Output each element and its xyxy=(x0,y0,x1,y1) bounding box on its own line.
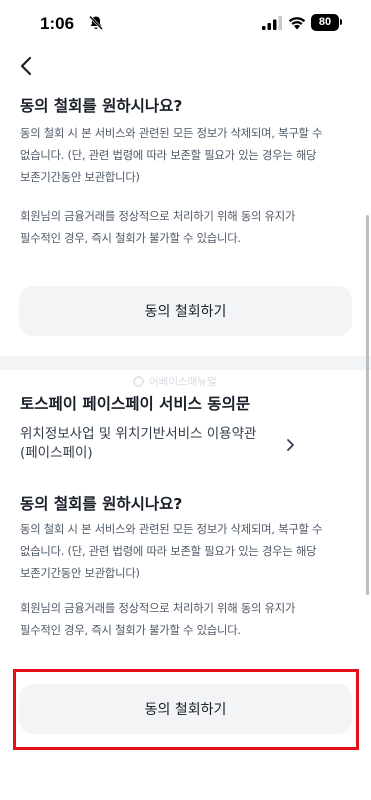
link-label-line: (페이스페이) xyxy=(20,445,93,461)
link-label-line: 위치정보사업 및 위치기반서비스 이용약관 xyxy=(20,426,257,442)
withdraw-question-title: 동의 철회를 원하시나요? xyxy=(20,97,183,115)
withdraw-notice-text-2: 동의 철회 시 본 서비스와 관련된 모든 정보가 삭제되며, 복구할 수 없습… xyxy=(20,519,356,585)
watermark-text: 어베이스매뉴얼 xyxy=(149,376,217,388)
text-line: 필수적인 경우, 즉시 철회가 불가할 수 있습니다. xyxy=(20,624,241,637)
text-line: 회원님의 금융거래를 정상적으로 처리하기 위해 동의 유지가 xyxy=(20,210,296,223)
text-line: 회원님의 금융거래를 정상적으로 처리하기 위해 동의 유지가 xyxy=(20,602,296,615)
text-line: 필수적인 경우, 즉시 철회가 불가할 수 있습니다. xyxy=(20,232,241,245)
withdraw-consent-button[interactable]: 동의 철회하기 xyxy=(19,286,352,336)
watermark-logo-icon xyxy=(133,376,144,387)
text-line: 동의 철회 시 본 서비스와 관련된 모든 정보가 삭제되며, 복구할 수 xyxy=(20,523,323,536)
battery-icon: 80 xyxy=(311,14,339,31)
watermark: 어베이스매뉴얼 xyxy=(133,374,217,389)
back-button[interactable] xyxy=(12,52,40,80)
section-divider xyxy=(0,356,371,370)
withdraw-warning-text-2: 회원님의 금융거래를 정상적으로 처리하기 위해 동의 유지가 필수적인 경우,… xyxy=(20,598,356,642)
status-bar: 1:06 80 xyxy=(0,0,371,48)
text-line: 동의 철회 시 본 서비스와 관련된 모든 정보가 삭제되며, 복구할 수 xyxy=(20,127,323,140)
withdraw-notice-text: 동의 철회 시 본 서비스와 관련된 모든 정보가 삭제되며, 복구할 수 없습… xyxy=(20,123,356,189)
text-line: 없습니다. (단, 관련 법령에 따라 보존할 필요가 있는 경우는 해당 xyxy=(20,149,317,162)
status-time: 1:06 xyxy=(40,14,75,33)
scrollbar[interactable] xyxy=(366,215,369,595)
chevron-left-icon xyxy=(20,56,32,76)
cellular-signal-icon xyxy=(262,16,282,30)
service-consent-title: 토스페이 페이스페이 서비스 동의문 xyxy=(20,395,251,413)
battery-tip xyxy=(340,19,342,25)
chevron-right-icon[interactable] xyxy=(285,438,295,452)
text-line: 보존기간동안 보관합니다) xyxy=(20,567,140,580)
withdraw-question-title-2: 동의 철회를 원하시나요? xyxy=(20,495,183,513)
text-line: 없습니다. (단, 관련 법령에 따라 보존할 필요가 있는 경우는 해당 xyxy=(20,545,317,558)
text-line: 보존기간동안 보관합니다) xyxy=(20,171,140,184)
withdraw-warning-text: 회원님의 금융거래를 정상적으로 처리하기 위해 동의 유지가 필수적인 경우,… xyxy=(20,206,356,250)
bell-off-icon xyxy=(89,15,103,30)
location-terms-link[interactable]: 위치정보사업 및 위치기반서비스 이용약관 (페이스페이) xyxy=(20,425,300,463)
wifi-icon xyxy=(288,17,306,30)
highlight-annotation xyxy=(13,669,359,750)
